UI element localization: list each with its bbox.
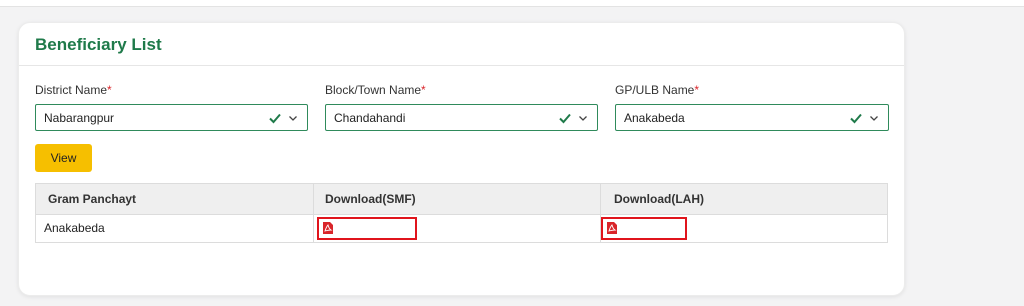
check-icon <box>269 113 281 123</box>
block-label-text: Block/Town Name <box>325 83 422 97</box>
card-title: Beneficiary List <box>35 35 162 54</box>
pdf-icon <box>323 222 333 234</box>
chevron-down-icon <box>289 115 297 121</box>
view-button[interactable]: View <box>35 144 92 172</box>
table-header <box>36 184 887 215</box>
column-divider <box>313 184 314 242</box>
district-label: District Name* <box>35 83 112 97</box>
chevron-down-icon <box>579 115 587 121</box>
header-download-smf: Download(SMF) <box>325 192 416 206</box>
gp-select-value: Anakabeda <box>624 110 685 125</box>
download-smf-link[interactable] <box>317 217 417 240</box>
beneficiary-table: Gram Panchayt Download(SMF) Download(LAH… <box>35 183 888 243</box>
required-mark: * <box>107 83 112 97</box>
district-select-value: Nabarangpur <box>44 110 115 125</box>
district-label-text: District Name <box>35 83 108 97</box>
chevron-down-icon <box>870 115 878 121</box>
header-gram-panchayat: Gram Panchayt <box>48 192 137 206</box>
block-select[interactable]: Chandahandi <box>325 104 598 131</box>
download-lah-link[interactable] <box>601 217 687 240</box>
check-icon <box>850 113 862 123</box>
header-download-lah: Download(LAH) <box>614 192 704 206</box>
district-select[interactable]: Nabarangpur <box>35 104 308 131</box>
check-icon <box>559 113 571 123</box>
beneficiary-list-card: Beneficiary List District Name* Nabarang… <box>18 22 905 296</box>
required-mark: * <box>421 83 426 97</box>
required-mark: * <box>694 83 700 97</box>
block-select-value: Chandahandi <box>334 110 406 125</box>
gp-label: GP/ULB Name* <box>615 83 699 97</box>
top-bar <box>0 0 1024 7</box>
title-divider <box>19 65 904 66</box>
gp-label-text: GP/ULB Name <box>615 83 695 97</box>
cell-gram-panchayat: Anakabeda <box>44 221 105 235</box>
block-label: Block/Town Name* <box>325 83 426 97</box>
pdf-icon <box>607 222 617 234</box>
gp-select[interactable]: Anakabeda <box>615 104 889 131</box>
